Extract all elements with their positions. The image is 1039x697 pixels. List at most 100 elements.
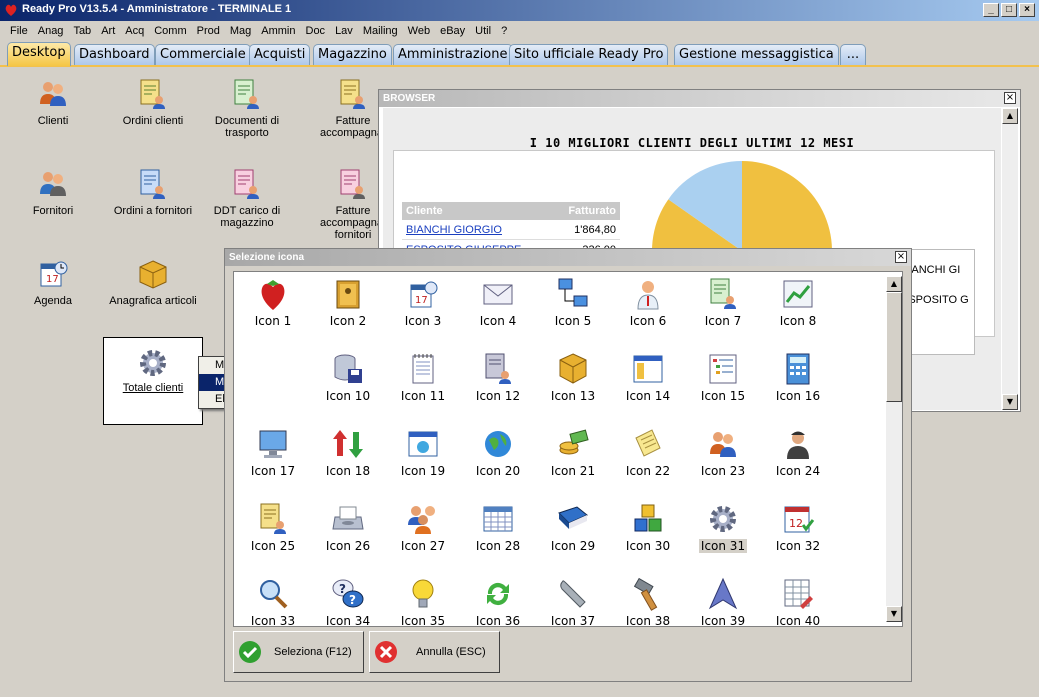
dialog-close-button[interactable]: × (895, 251, 907, 263)
icon-cell-17[interactable]: Icon 17 (238, 426, 308, 478)
browser-close-button[interactable]: × (1004, 92, 1016, 104)
icon-cell-34[interactable]: ?? Icon 34 (313, 576, 383, 626)
icon-cell-14[interactable]: Icon 14 (613, 351, 683, 403)
menu-lav[interactable]: Lav (330, 25, 358, 37)
scroll-down-button[interactable]: ▼ (886, 606, 902, 622)
desktop-item-ordini-fornitori[interactable]: Ordini a fornitori (103, 168, 203, 217)
icon-cell-33[interactable]: Icon 33 (238, 576, 308, 626)
icon-cell-6[interactable]: Icon 6 (613, 276, 683, 328)
tab-sito-ufficiale[interactable]: Sito ufficiale Ready Pro (509, 44, 669, 65)
icon-cell-10[interactable]: Icon 10 (313, 351, 383, 403)
svg-text:12: 12 (789, 517, 803, 530)
icon-cell-18[interactable]: Icon 18 (313, 426, 383, 478)
icon-cell-12[interactable]: Icon 12 (463, 351, 533, 403)
desktop-item-clienti[interactable]: Clienti (3, 78, 103, 127)
icon-cell-4[interactable]: Icon 4 (463, 276, 533, 328)
icon-cell-21[interactable]: Icon 21 (538, 426, 608, 478)
menu-util[interactable]: Util (470, 25, 496, 37)
icon-cell-16[interactable]: Icon 16 (763, 351, 833, 403)
icon-cell-8[interactable]: Icon 8 (763, 276, 833, 328)
menu-web[interactable]: Web (403, 25, 435, 37)
icon-cell-30[interactable]: Icon 30 (613, 501, 683, 553)
icon-grid-scrollbar[interactable]: ▲ ▼ (886, 276, 902, 622)
icon-cell-11[interactable]: Icon 11 (388, 351, 458, 403)
tab-dashboard[interactable]: Dashboard (74, 44, 155, 65)
note-icon (635, 429, 661, 457)
desktop-item-ordini-clienti[interactable]: Ordini clienti (103, 78, 203, 127)
menu-art[interactable]: Art (96, 25, 120, 37)
calendar-check-icon: 12 (784, 506, 815, 533)
menu-file[interactable]: File (5, 25, 33, 37)
icon-cell-26[interactable]: Icon 26 (313, 501, 383, 553)
select-button[interactable]: Seleziona (F12) (233, 631, 364, 673)
scroll-up-button[interactable]: ▲ (886, 276, 902, 292)
document-user-icon (260, 503, 286, 534)
menu-ammin[interactable]: Ammin (256, 25, 300, 37)
svg-text:17: 17 (415, 295, 428, 306)
desktop-item-anagrafica-articoli[interactable]: Anagrafica articoli (103, 258, 203, 307)
menu-anag[interactable]: Anag (33, 25, 69, 37)
icon-cell-1[interactable]: Icon 1 (238, 276, 308, 328)
table-edit-icon (784, 579, 813, 609)
scroll-thumb[interactable] (886, 292, 902, 402)
maximize-button[interactable]: □ (1001, 3, 1017, 17)
desktop-item-totale-clienti[interactable]: Totale clienti (103, 337, 203, 425)
menu-prod[interactable]: Prod (192, 25, 225, 37)
icon-cell-19[interactable]: Icon 19 (388, 426, 458, 478)
icon-cell-32[interactable]: 12 Icon 32 (763, 501, 833, 553)
icon-cell-23[interactable]: Icon 23 (688, 426, 758, 478)
table-row: BIANCHI GIORGIO 1'864,80 (402, 220, 620, 240)
desktop-item-label: Ordini a fornitori (113, 205, 193, 217)
icon-cell-29[interactable]: Icon 29 (538, 501, 608, 553)
icon-cell-39[interactable]: Icon 39 (688, 576, 758, 626)
strawberry-icon (261, 280, 285, 310)
icon-cell-40[interactable]: Icon 40 (763, 576, 833, 626)
menu-comm[interactable]: Comm (149, 25, 191, 37)
desktop-item-fornitori[interactable]: Fornitori (3, 168, 103, 217)
tab-amministrazione[interactable]: Amministrazione (393, 44, 513, 65)
desktop-item-documenti-trasporto[interactable]: Documenti di trasporto (197, 78, 297, 139)
browser-scrollbar[interactable]: ▲ ▼ (1002, 108, 1018, 410)
menu-mailing[interactable]: Mailing (358, 25, 403, 37)
envelope-icon (483, 284, 513, 305)
icon-cell-22[interactable]: Icon 22 (613, 426, 683, 478)
icon-cell-37[interactable]: Icon 37 (538, 576, 608, 626)
icon-cell-24[interactable]: Icon 24 (763, 426, 833, 478)
scroll-down-button[interactable]: ▼ (1002, 394, 1018, 410)
icon-cell-28[interactable]: Icon 28 (463, 501, 533, 553)
tab-more[interactable]: ... (840, 44, 866, 65)
cancel-button[interactable]: Annulla (ESC) (369, 631, 500, 673)
menu-ebay[interactable]: eBay (435, 25, 470, 37)
close-button[interactable]: × (1019, 3, 1035, 17)
icon-cell-7[interactable]: Icon 7 (688, 276, 758, 328)
menu-tab[interactable]: Tab (68, 25, 96, 37)
tab-acquisti[interactable]: Acquisti (249, 44, 311, 65)
tab-magazzino[interactable]: Magazzino (313, 44, 392, 65)
icon-cell-13[interactable]: Icon 13 (538, 351, 608, 403)
icon-cell-3[interactable]: 17 Icon 3 (388, 276, 458, 328)
menu-mag[interactable]: Mag (225, 25, 256, 37)
menu-acq[interactable]: Acq (120, 25, 149, 37)
hammer-icon (633, 577, 658, 611)
icon-cell-20[interactable]: Icon 20 (463, 426, 533, 478)
desktop-item-ddt-carico[interactable]: DDT carico di magazzino (197, 168, 297, 229)
menu-doc[interactable]: Doc (301, 25, 331, 37)
scroll-up-button[interactable]: ▲ (1002, 108, 1018, 124)
icon-cell-2[interactable]: Icon 2 (313, 276, 383, 328)
tab-gestione-messaggistica[interactable]: Gestione messaggistica (674, 44, 839, 65)
desktop-item-label: DDT carico di magazzino (213, 205, 281, 229)
icon-cell-35[interactable]: Icon 35 (388, 576, 458, 626)
client-link[interactable]: BIANCHI GIORGIO (406, 224, 502, 236)
minimize-button[interactable]: _ (983, 3, 999, 17)
icon-cell-15[interactable]: Icon 15 (688, 351, 758, 403)
icon-cell-25[interactable]: Icon 25 (238, 501, 308, 553)
icon-cell-5[interactable]: Icon 5 (538, 276, 608, 328)
tab-desktop[interactable]: Desktop (7, 42, 71, 66)
menu-help[interactable]: ? (496, 25, 512, 37)
icon-cell-38[interactable]: Icon 38 (613, 576, 683, 626)
icon-cell-36[interactable]: Icon 36 (463, 576, 533, 626)
icon-cell-31[interactable]: Icon 31 (688, 501, 758, 553)
icon-cell-27[interactable]: Icon 27 (388, 501, 458, 553)
tab-commerciale[interactable]: Commerciale (155, 44, 251, 65)
desktop-item-agenda[interactable]: 17 Agenda (3, 258, 103, 307)
